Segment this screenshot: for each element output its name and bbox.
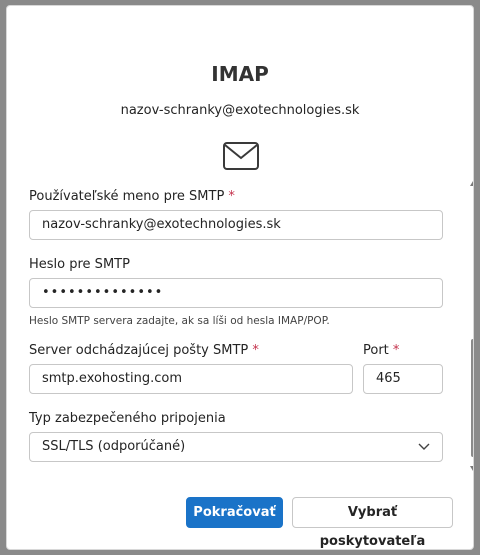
smtp-username-label: Používateľské meno pre SMTP *: [29, 189, 235, 204]
smtp-password-input[interactable]: ••••••••••••••: [29, 278, 443, 308]
smtp-username-label-text: Používateľské meno pre SMTP: [29, 189, 225, 204]
scroll-down-arrow-icon[interactable]: [470, 466, 473, 471]
choose-provider-button[interactable]: Vybrať poskytovateľa: [292, 497, 453, 549]
smtp-server-input[interactable]: smtp.exohosting.com: [29, 364, 353, 394]
port-input[interactable]: 465: [363, 364, 443, 394]
smtp-password-hint: Heslo SMTP servera zadajte, ak sa líši o…: [29, 315, 330, 327]
smtp-password-value: ••••••••••••••: [42, 285, 164, 300]
security-type-select[interactable]: SSL/TLS (odporúčané): [29, 432, 443, 462]
mail-icon: [223, 142, 259, 170]
smtp-username-input[interactable]: nazov-schranky@exotechnologies.sk: [29, 210, 443, 240]
scrollbar-thumb[interactable]: [471, 339, 473, 457]
account-email: nazov-schranky@exotechnologies.sk: [120, 103, 360, 118]
smtp-server-label-text: Server odchádzajúcej pošty SMTP: [29, 343, 249, 358]
port-label: Port *: [363, 343, 399, 358]
security-type-value: SSL/TLS (odporúčané): [42, 439, 186, 454]
port-label-text: Port: [363, 343, 389, 358]
required-mark: *: [252, 343, 259, 358]
smtp-password-label: Heslo pre SMTP: [29, 257, 130, 272]
continue-button[interactable]: Pokračovať: [186, 497, 283, 528]
smtp-username-value: nazov-schranky@exotechnologies.sk: [42, 217, 281, 232]
dialog-title: IMAP: [211, 62, 269, 86]
security-type-label: Typ zabezpečeného pripojenia: [29, 411, 226, 426]
required-mark: *: [228, 189, 235, 204]
smtp-server-label: Server odchádzajúcej pošty SMTP *: [29, 343, 259, 358]
required-mark: *: [392, 343, 400, 358]
chevron-down-icon: [418, 443, 430, 450]
smtp-server-value: smtp.exohosting.com: [42, 371, 182, 386]
scrollbar[interactable]: [469, 181, 473, 471]
scroll-up-arrow-icon[interactable]: [470, 181, 473, 186]
imap-dialog: IMAP nazov-schranky@exotechnologies.sk P…: [6, 5, 474, 550]
port-value: 465: [376, 371, 401, 386]
